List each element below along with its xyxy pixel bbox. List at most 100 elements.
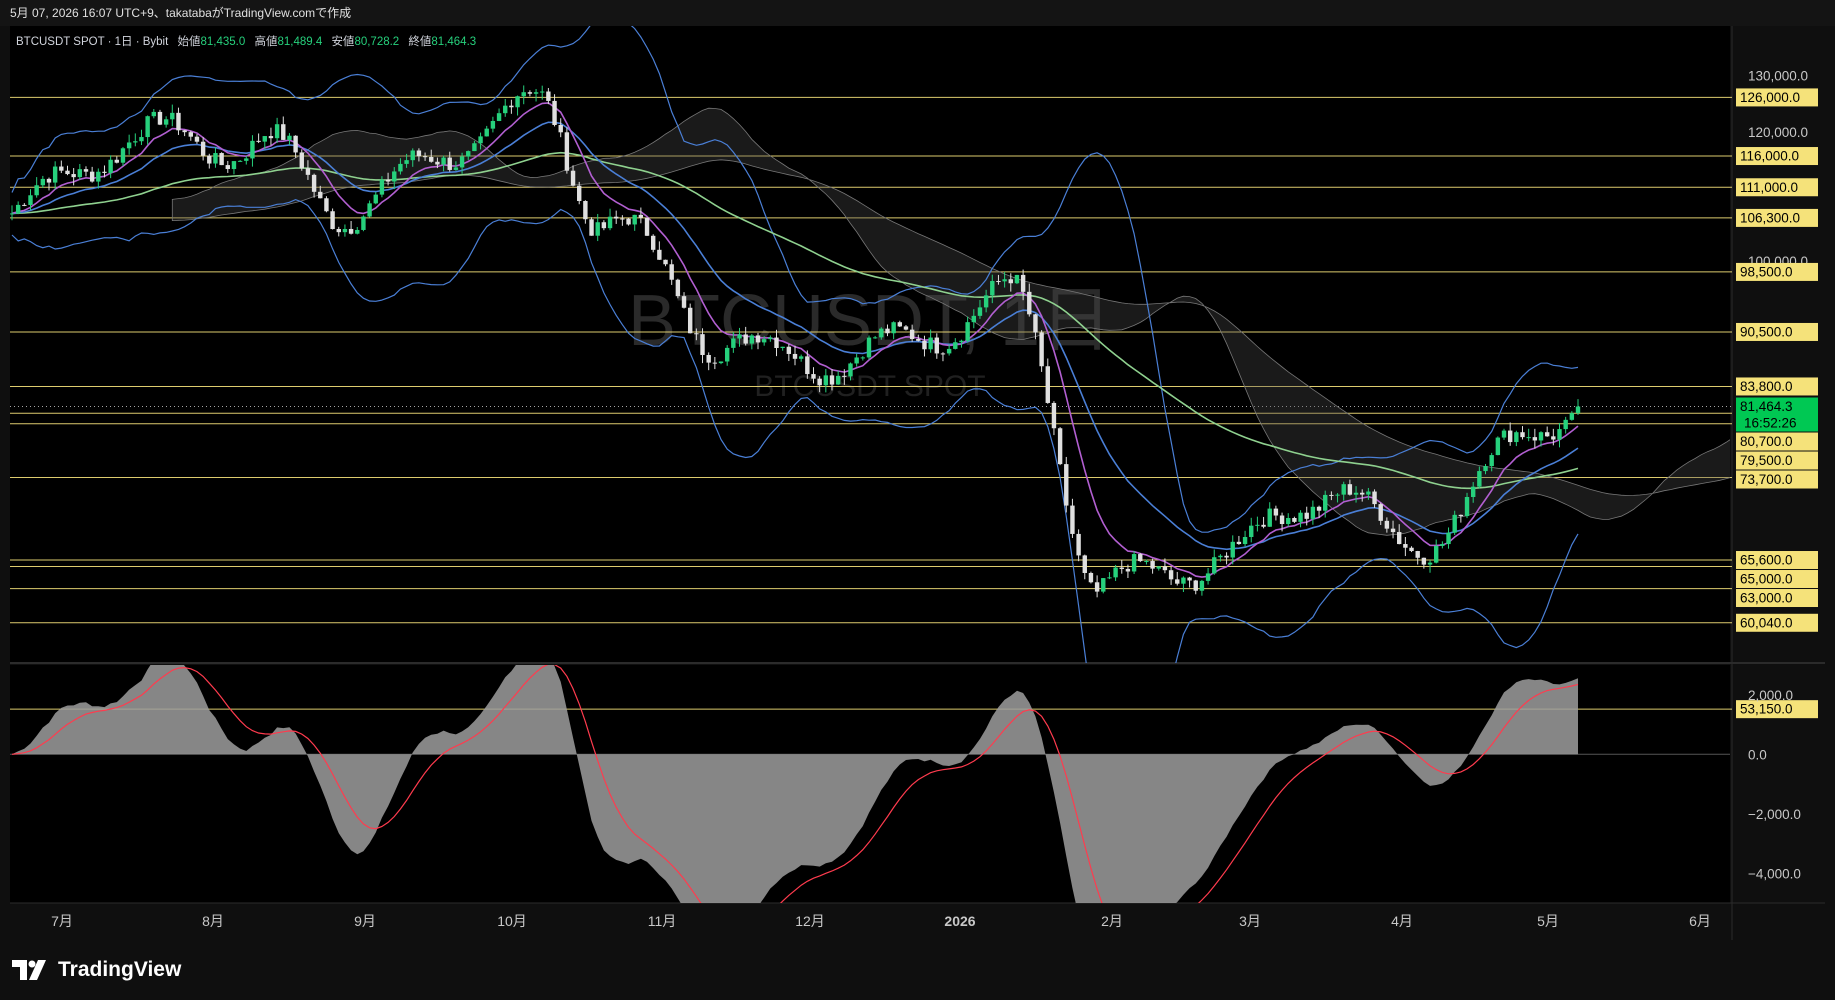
candle-body xyxy=(1433,545,1439,563)
candle-body xyxy=(336,229,341,233)
candle-body xyxy=(1008,279,1013,284)
candle-body xyxy=(1458,514,1464,517)
countdown-label: 16:52:26 xyxy=(1744,416,1797,431)
candle-body xyxy=(410,150,415,161)
candle-body xyxy=(583,201,588,220)
price-chart[interactable]: BTCUSDT, 1日 BTCUSDT SPOT BTCUSDT SPOT · … xyxy=(0,0,1835,940)
candle-body xyxy=(1427,562,1433,565)
candle-body xyxy=(1267,508,1272,527)
candle-body xyxy=(823,375,829,386)
candle-body xyxy=(1341,484,1346,495)
candle-body xyxy=(601,222,607,229)
candle-body xyxy=(1076,533,1081,556)
candle-body xyxy=(466,151,471,157)
price-label: 111,000.0 xyxy=(1740,180,1798,195)
candle-body xyxy=(1082,555,1087,573)
candle-body xyxy=(496,113,502,121)
candle-body xyxy=(854,357,859,364)
candle-body xyxy=(293,135,298,153)
candle-body xyxy=(1557,429,1562,440)
legend-close-label: 終値 xyxy=(408,34,431,48)
candle-body xyxy=(928,337,933,350)
candle-body xyxy=(34,185,39,196)
candle-body xyxy=(632,214,637,225)
candle-body xyxy=(287,135,292,140)
candle-body xyxy=(626,218,631,225)
time-axis[interactable]: 7月 8月 9月 10月 11月 12月 2026 2月 3月 4月 5月 6月 xyxy=(51,913,1711,929)
candle-body xyxy=(1292,518,1297,522)
candle-body xyxy=(515,96,520,108)
candle-body xyxy=(490,120,496,129)
candle-body xyxy=(225,165,230,170)
candle-body xyxy=(1242,537,1248,545)
price-label: 81,464.3 xyxy=(1740,399,1793,414)
candle-body xyxy=(1107,577,1112,579)
candle-body xyxy=(1495,437,1501,456)
candle-body xyxy=(15,204,21,214)
candle-body xyxy=(1286,518,1291,525)
candle-body xyxy=(669,264,674,280)
oscillator-tick-label: 0.0 xyxy=(1748,747,1767,762)
candle-body xyxy=(46,178,52,183)
candle-body xyxy=(1409,547,1414,552)
candle-body xyxy=(1544,432,1550,437)
candle-body xyxy=(1514,432,1519,443)
price-label: 63,000.0 xyxy=(1740,591,1793,606)
candle-body xyxy=(398,163,403,172)
candle-body xyxy=(934,337,940,354)
candle-body xyxy=(1138,554,1143,562)
time-tick-label: 12月 xyxy=(795,913,825,929)
candle-body xyxy=(1440,544,1445,546)
candle-body xyxy=(1113,567,1118,578)
candle-body xyxy=(318,191,323,199)
candle-body xyxy=(860,357,866,359)
candle-body xyxy=(1575,406,1581,414)
candle-body xyxy=(620,218,625,220)
time-tick-label: 11月 xyxy=(648,913,677,929)
candle-body xyxy=(1168,570,1174,580)
time-tick-label: 10月 xyxy=(497,913,527,929)
candle-body xyxy=(724,347,730,362)
candle-body xyxy=(811,374,816,379)
legend-close-value: 81,464.3 xyxy=(431,36,476,48)
candle-body xyxy=(533,92,539,94)
candle-body xyxy=(1224,555,1229,558)
candle-body xyxy=(361,216,366,230)
candle-body xyxy=(207,155,212,164)
legend-high-label: 高値 xyxy=(254,34,277,48)
candle-body xyxy=(1353,492,1359,495)
tradingview-logo-text: TradingView xyxy=(58,958,182,981)
time-tick-label: 3月 xyxy=(1239,913,1261,929)
price-label: 106,300.0 xyxy=(1740,210,1800,225)
candle-body xyxy=(946,348,952,354)
candle-body xyxy=(1236,541,1242,545)
price-label: 79,500.0 xyxy=(1740,453,1793,468)
price-label: 98,500.0 xyxy=(1740,264,1793,279)
time-tick-label: 8月 xyxy=(202,913,224,929)
candle-body xyxy=(1501,430,1507,438)
price-axis[interactable]: 130,000.0120,000.0100,000.0126,000.0116,… xyxy=(1736,68,1818,719)
candle-body xyxy=(1323,494,1328,511)
candle-body xyxy=(1212,557,1217,574)
candle-body xyxy=(200,141,206,156)
candle-body xyxy=(1563,419,1568,430)
candle-body xyxy=(940,353,946,355)
candle-body xyxy=(1218,555,1223,558)
candle-body xyxy=(1532,437,1538,441)
candle-body xyxy=(1125,568,1131,572)
legend-high-value: 81,489.4 xyxy=(277,36,322,48)
tradingview-logo[interactable]: TradingView xyxy=(12,958,181,982)
candle-body xyxy=(971,315,976,323)
candle-body xyxy=(1279,515,1285,525)
time-tick-label: 5月 xyxy=(1537,913,1559,929)
candle-body xyxy=(1329,494,1334,496)
candle-body xyxy=(885,328,890,334)
candle-body xyxy=(108,159,113,173)
candle-body xyxy=(404,160,409,164)
candle-body xyxy=(472,143,477,152)
candle-body xyxy=(564,132,570,171)
oscillator-tick-label: −4,000.0 xyxy=(1748,866,1801,881)
candle-body xyxy=(145,116,150,138)
price-label: 65,000.0 xyxy=(1740,572,1793,587)
legend-low-value: 80,728.2 xyxy=(354,36,399,48)
